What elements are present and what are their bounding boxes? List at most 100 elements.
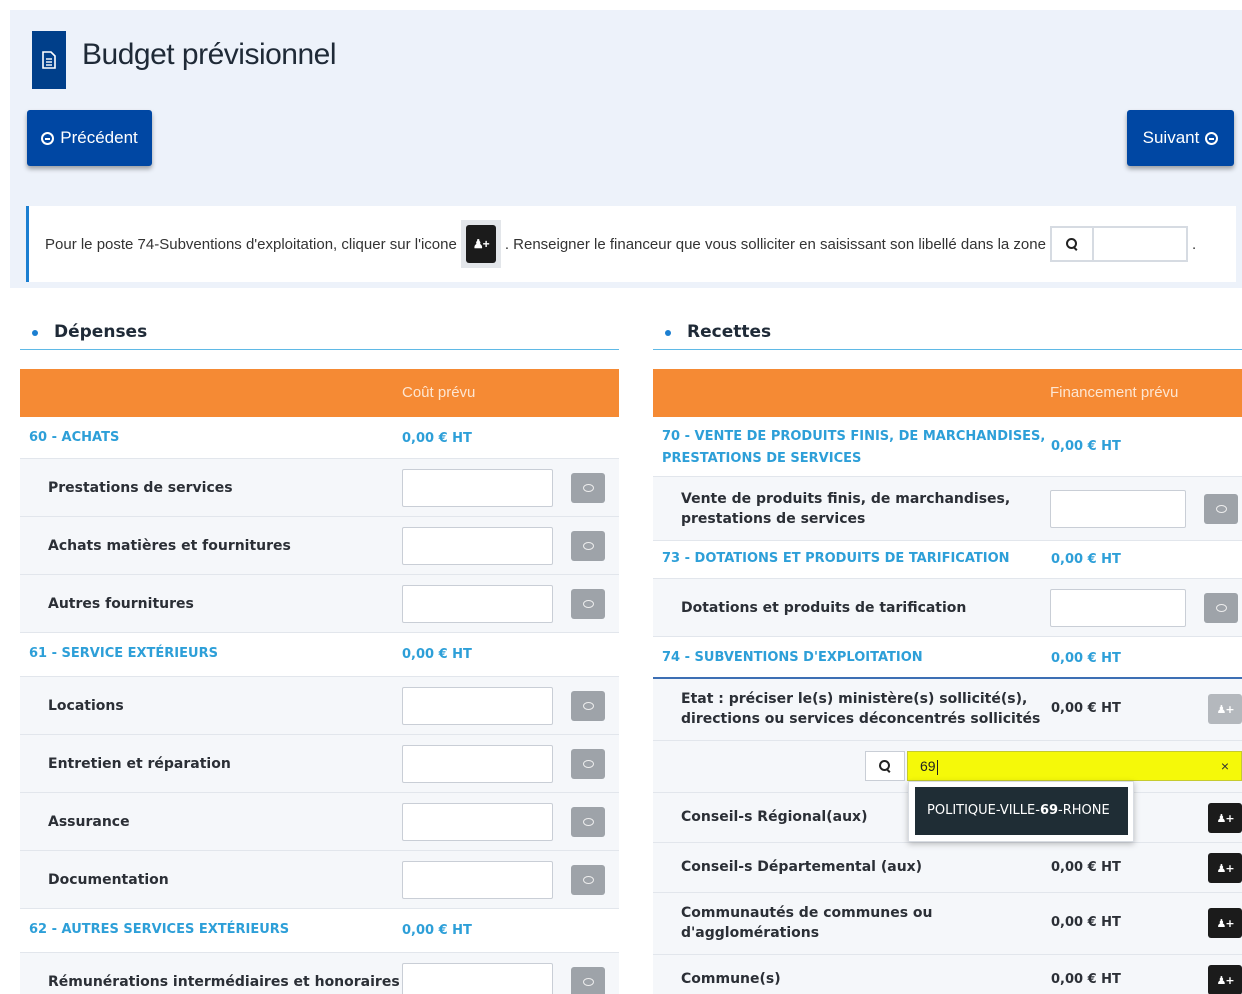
previous-button[interactable]: Précédent bbox=[27, 110, 152, 166]
item-row-etat: Etat : préciser le(s) ministère(s) solli… bbox=[653, 679, 1242, 741]
etat-label-line2: directions ou services déconcentrés soll… bbox=[681, 711, 1041, 727]
dotations-comment-button[interactable] bbox=[1204, 593, 1238, 623]
item-row: Entretien et réparation bbox=[20, 735, 619, 793]
category-70-value: 0,00 € HT bbox=[1051, 439, 1121, 454]
comment-button[interactable] bbox=[571, 749, 605, 779]
etat-add-financer-button[interactable]: ♟+ bbox=[1208, 694, 1242, 724]
conseil-departemental-add-button[interactable]: ♟+ bbox=[1208, 853, 1242, 883]
category-70-label-line1: 70 - VENTE DE PRODUITS FINIS, DE MARCHAN… bbox=[662, 429, 1046, 444]
cout-prevu-header: Coût prévu bbox=[402, 384, 476, 401]
add-user-icon: ♟+ bbox=[1216, 702, 1234, 716]
comment-button[interactable] bbox=[571, 473, 605, 503]
amount-input[interactable] bbox=[402, 469, 553, 507]
item-row: Documentation bbox=[20, 851, 619, 909]
item-label: Assurance bbox=[48, 814, 130, 830]
depenses-heading: Dépenses bbox=[20, 318, 619, 350]
item-label: Achats matières et fournitures bbox=[48, 538, 291, 554]
category-value: 0,00 € HT bbox=[402, 647, 472, 662]
recettes-heading: Recettes bbox=[653, 318, 1242, 350]
comment-button[interactable] bbox=[571, 531, 605, 561]
vente-label-line2: prestations de services bbox=[681, 511, 866, 527]
info-text-3: . bbox=[1191, 235, 1197, 253]
category-73-label: 73 - DOTATIONS ET PRODUITS DE TARIFICATI… bbox=[662, 551, 1010, 566]
category-row-73: 73 - DOTATIONS ET PRODUITS DE TARIFICATI… bbox=[653, 541, 1242, 579]
depenses-table: Coût prévu 60 - ACHATS 0,00 € HT Prestatio… bbox=[20, 369, 619, 994]
financement-prevu-header: Financement prévu bbox=[1050, 384, 1179, 401]
arrow-left-circle-icon bbox=[41, 131, 55, 145]
comment-icon bbox=[582, 484, 594, 492]
vente-comment-button[interactable] bbox=[1204, 494, 1238, 524]
comment-icon bbox=[582, 760, 594, 768]
search-field-example bbox=[1049, 226, 1188, 262]
amount-input[interactable] bbox=[402, 687, 553, 725]
category-row-74: 74 - SUBVENTIONS D'EXPLOITATION 0,00 € H… bbox=[653, 637, 1242, 679]
item-row: Achats matières et fournitures bbox=[20, 517, 619, 575]
item-row-conseil-departemental: Conseil-s Départemental (aux) 0,00 € HT … bbox=[653, 843, 1242, 893]
arrow-right-circle-icon bbox=[1205, 131, 1219, 145]
dotations-amount-input[interactable] bbox=[1050, 589, 1186, 627]
category-70-label-line2: PRESTATIONS DE SERVICES bbox=[662, 451, 862, 466]
category-74-value: 0,00 € HT bbox=[1051, 651, 1121, 666]
dotations-label: Dotations et produits de tarification bbox=[681, 600, 967, 616]
communes-add-button[interactable]: ♟+ bbox=[1208, 965, 1242, 994]
add-user-icon: ♟+ bbox=[1216, 973, 1234, 987]
conseil-regional-add-button[interactable]: ♟+ bbox=[1208, 803, 1242, 833]
clear-search-icon[interactable]: × bbox=[1221, 752, 1229, 780]
amount-input[interactable] bbox=[402, 963, 553, 994]
item-label: Locations bbox=[48, 698, 124, 714]
comment-icon bbox=[582, 542, 594, 550]
autocomplete-dropdown: POLITIQUE-VILLE-69-RHONE bbox=[908, 781, 1134, 842]
etat-label-line1: Etat : préciser le(s) ministère(s) solli… bbox=[681, 691, 1028, 707]
communautes-label-line2: d'agglomérations bbox=[681, 925, 820, 941]
item-label: Documentation bbox=[48, 872, 169, 888]
amount-input[interactable] bbox=[402, 861, 553, 899]
category-row: 62 - AUTRES SERVICES EXTÉRIEURS 0,00 € HT bbox=[20, 909, 619, 953]
search-icon bbox=[1065, 238, 1078, 250]
category-label: 61 - SERVICE EXTÉRIEURS bbox=[29, 646, 218, 661]
comment-button[interactable] bbox=[571, 589, 605, 619]
category-row-70: 70 - VENTE DE PRODUITS FINIS, DE MARCHAN… bbox=[653, 417, 1242, 477]
communes-label: Commune(s) bbox=[681, 971, 781, 987]
add-user-icon-example: ♟+ bbox=[460, 220, 501, 268]
amount-input[interactable] bbox=[402, 803, 553, 841]
add-user-icon: ♟+ bbox=[1216, 861, 1234, 875]
info-text-1: Pour le poste 74-Subventions d'exploitat… bbox=[45, 235, 457, 253]
financer-search-value: 69 bbox=[920, 758, 936, 774]
financer-search-button[interactable] bbox=[865, 751, 905, 781]
comment-icon bbox=[582, 818, 594, 826]
item-row: Rémunérations intermédiaires et honorair… bbox=[20, 953, 619, 994]
category-value: 0,00 € HT bbox=[402, 923, 472, 938]
communautes-add-button[interactable]: ♟+ bbox=[1208, 908, 1242, 938]
item-row: Assurance bbox=[20, 793, 619, 851]
vente-amount-input[interactable] bbox=[1050, 490, 1186, 528]
amount-input[interactable] bbox=[402, 585, 553, 623]
amount-input[interactable] bbox=[402, 527, 553, 565]
category-73-value: 0,00 € HT bbox=[1051, 552, 1121, 567]
option-text-match: 69 bbox=[1039, 803, 1059, 818]
category-row: 60 - ACHATS 0,00 € HT bbox=[20, 417, 619, 459]
category-74-label: 74 - SUBVENTIONS D'EXPLOITATION bbox=[662, 650, 923, 665]
add-user-icon: ♟+ bbox=[465, 225, 496, 263]
comment-button[interactable] bbox=[571, 807, 605, 837]
item-label: Rémunérations intermédiaires et honorair… bbox=[48, 974, 400, 990]
conseil-departemental-value: 0,00 € HT bbox=[1051, 860, 1121, 875]
item-row: Autres fournitures bbox=[20, 575, 619, 633]
page-root: Budget prévisionnel Précédent Suivant Po… bbox=[0, 0, 1242, 994]
communautes-value: 0,00 € HT bbox=[1051, 915, 1121, 930]
communes-value: 0,00 € HT bbox=[1051, 972, 1121, 987]
category-value: 0,00 € HT bbox=[402, 431, 472, 446]
item-row-communautes: Communautés de communes ou d'agglomérati… bbox=[653, 893, 1242, 955]
add-user-icon: ♟+ bbox=[1216, 916, 1234, 930]
autocomplete-option[interactable]: POLITIQUE-VILLE-69-RHONE bbox=[915, 787, 1128, 835]
next-button[interactable]: Suivant bbox=[1127, 110, 1234, 166]
search-icon bbox=[879, 760, 891, 772]
item-label: Autres fournitures bbox=[48, 596, 194, 612]
category-label: 60 - ACHATS bbox=[29, 430, 120, 445]
financer-search-input[interactable]: 69 × bbox=[907, 751, 1242, 781]
comment-button[interactable] bbox=[571, 691, 605, 721]
comment-icon bbox=[1215, 505, 1227, 513]
amount-input[interactable] bbox=[402, 745, 553, 783]
comment-button[interactable] bbox=[571, 865, 605, 895]
comment-button[interactable] bbox=[571, 967, 605, 994]
info-notice: Pour le poste 74-Subventions d'exploitat… bbox=[26, 206, 1236, 282]
